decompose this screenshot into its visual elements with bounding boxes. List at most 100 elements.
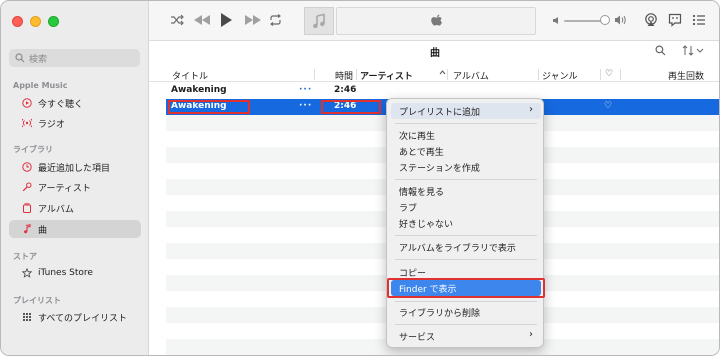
fast-forward-icon[interactable] — [244, 14, 262, 26]
star-icon — [22, 268, 32, 278]
sidebar-item-listen-now[interactable]: 今すぐ聴く — [9, 94, 141, 112]
annotation-box-show-in-finder — [387, 278, 545, 298]
menu-separator — [395, 179, 537, 180]
search-placeholder: 検索 — [29, 54, 48, 65]
menu-item-dislike[interactable]: 好きじゃない — [391, 215, 541, 231]
now-playing-artwork — [304, 7, 334, 35]
music-note-icon — [24, 224, 31, 234]
volume-slider-track[interactable] — [564, 20, 604, 22]
sidebar-item-label: アルバム — [38, 204, 74, 215]
menu-item-services[interactable]: サービス › — [391, 328, 541, 344]
song-title: Awakening — [171, 85, 227, 95]
sidebar-item-all-playlists[interactable]: すべてのプレイリスト — [9, 308, 141, 326]
more-options-icon[interactable]: ··· — [299, 101, 312, 111]
menu-item-label: 次に再生 — [399, 131, 436, 142]
menu-item-add-to-playlist[interactable]: プレイリストに追加 › — [391, 103, 541, 119]
shuffle-icon[interactable] — [170, 14, 184, 26]
menu-item-label: ライブラリから削除 — [399, 308, 481, 319]
more-options-icon[interactable]: ··· — [299, 85, 312, 95]
window-controls — [12, 16, 59, 27]
menu-item-label: コピー — [399, 268, 427, 279]
menu-item-label: ラブ — [399, 203, 418, 214]
column-header-time[interactable]: 時間 — [335, 69, 353, 82]
zoom-window-button[interactable] — [48, 16, 59, 27]
column-header-artist[interactable]: アーティスト — [360, 69, 413, 82]
menu-item-label: アルバムをライブラリで表示 — [399, 243, 516, 254]
annotation-box-title — [168, 100, 250, 114]
sidebar-item-label: 最近追加した項目 — [38, 163, 111, 174]
menu-item-label: 好きじゃない — [399, 219, 454, 230]
sidebar-item-songs[interactable]: 曲 — [9, 220, 141, 238]
column-header-love[interactable]: ♡ — [605, 69, 613, 79]
close-window-button[interactable] — [12, 16, 23, 27]
menu-separator — [395, 301, 537, 302]
album-icon — [23, 203, 31, 213]
minimize-window-button[interactable] — [30, 16, 41, 27]
volume-low-icon — [552, 16, 561, 25]
menu-item-label: プレイリストに追加 — [399, 107, 481, 118]
music-window: 検索 Apple Music 今すぐ聴く ラジオ ライブラリ 最近追加した項目 … — [0, 0, 720, 356]
play-circle-icon — [22, 98, 32, 108]
menu-item-label: ステーションを作成 — [399, 163, 480, 174]
sidebar-item-label: アーティスト — [38, 183, 91, 194]
up-next-queue-icon[interactable] — [692, 13, 706, 27]
toolbar — [149, 1, 719, 41]
search-icon — [15, 53, 25, 63]
submenu-arrow-icon: › — [529, 329, 533, 340]
sidebar-item-albums[interactable]: アルバム — [9, 199, 141, 217]
heart-icon[interactable]: ♡ — [604, 101, 612, 111]
sidebar-item-itunes-store[interactable]: iTunes Store — [9, 264, 141, 282]
radio-waves-icon — [22, 118, 32, 128]
table-header: タイトル 時間 アーティスト アルバム ジャンル ♡ 再生回数 — [149, 67, 719, 82]
menu-item-play-later[interactable]: あとで再生 — [391, 143, 541, 159]
column-header-genre[interactable]: ジャンル — [542, 69, 578, 82]
microphone-icon — [22, 182, 32, 192]
menu-item-love[interactable]: ラブ — [391, 199, 541, 215]
column-header-album[interactable]: アルバム — [453, 69, 489, 82]
menu-item-label: 情報を見る — [399, 187, 445, 198]
sort-ascending-icon — [439, 69, 446, 79]
lyrics-icon[interactable] — [668, 13, 682, 27]
music-note-icon — [313, 13, 325, 29]
table-row[interactable]: Awakening ··· 2:46 — [166, 83, 719, 99]
grid-icon — [23, 313, 31, 321]
repeat-icon[interactable] — [269, 14, 282, 26]
menu-item-label: あとで再生 — [399, 147, 444, 158]
menu-item-label: サービス — [399, 332, 436, 343]
sidebar-item-label: 曲 — [38, 225, 48, 236]
sidebar-item-recently-added[interactable]: 最近追加した項目 — [9, 158, 141, 176]
column-header-title[interactable]: タイトル — [172, 69, 208, 82]
page-title: 曲 — [430, 48, 440, 59]
column-header-plays[interactable]: 再生回数 — [668, 69, 704, 82]
section-title-apple-music: Apple Music — [13, 81, 68, 90]
menu-item-get-info[interactable]: 情報を見る — [391, 183, 541, 199]
section-title-library: ライブラリ — [13, 145, 53, 154]
submenu-arrow-icon: › — [529, 104, 533, 115]
context-menu: プレイリストに追加 › 次に再生 あとで再生 ステーションを作成 情報を見る ラ… — [386, 98, 545, 348]
sidebar-item-radio[interactable]: ラジオ — [9, 114, 141, 132]
menu-item-show-album-in-library[interactable]: アルバムをライブラリで表示 — [391, 239, 541, 255]
menu-item-play-next[interactable]: 次に再生 — [391, 127, 541, 143]
sidebar: 検索 Apple Music 今すぐ聴く ラジオ ライブラリ 最近追加した項目 … — [1, 1, 149, 355]
sidebar-item-label: すべてのプレイリスト — [38, 313, 128, 324]
volume-slider-knob[interactable] — [600, 15, 610, 25]
section-title-playlists: プレイリスト — [13, 296, 61, 305]
rewind-icon[interactable] — [193, 14, 211, 26]
menu-item-create-station[interactable]: ステーションを作成 — [391, 159, 541, 175]
sidebar-item-label: iTunes Store — [38, 268, 93, 278]
menu-separator — [395, 259, 537, 260]
airplay-audio-icon[interactable] — [644, 13, 658, 27]
sidebar-item-label: 今すぐ聴く — [38, 99, 84, 110]
search-field[interactable]: 検索 — [9, 49, 140, 67]
menu-separator — [395, 235, 537, 236]
section-title-store: ストア — [13, 252, 37, 261]
menu-separator — [395, 123, 537, 124]
annotation-box-time — [321, 100, 381, 114]
clock-icon — [22, 162, 32, 172]
menu-item-remove-from-library[interactable]: ライブラリから削除 — [391, 304, 541, 320]
song-time: 2:46 — [334, 85, 357, 95]
search-icon[interactable] — [655, 45, 666, 59]
sort-order-icon[interactable] — [682, 45, 704, 59]
sidebar-item-artists[interactable]: アーティスト — [9, 178, 141, 196]
play-icon[interactable] — [220, 12, 233, 28]
